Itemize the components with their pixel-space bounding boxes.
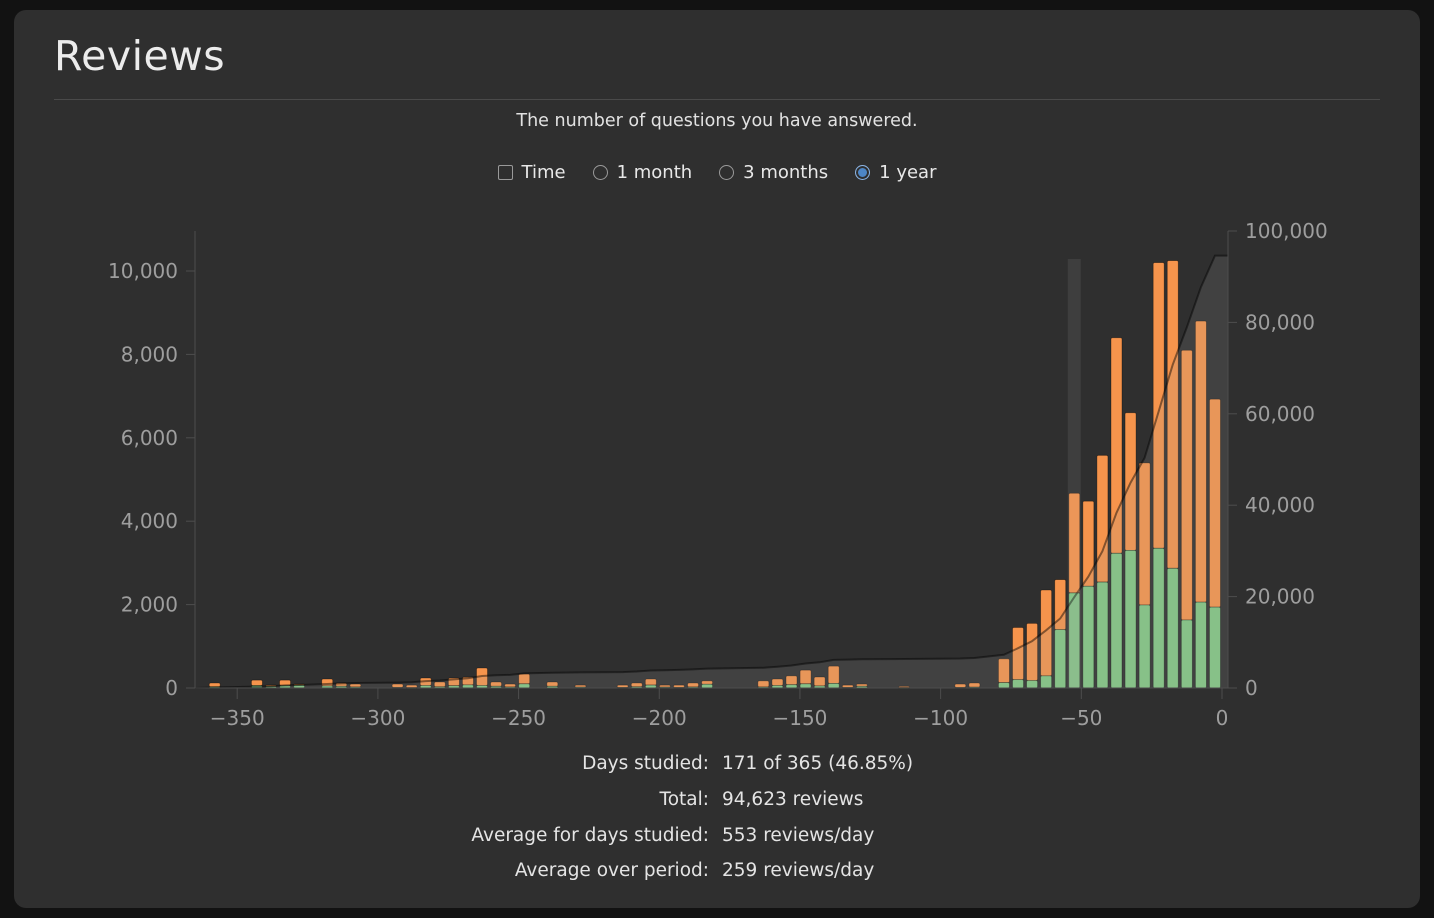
bar-young[interactable] [209,683,220,687]
y-left-tick-label: 8,000 [121,342,178,366]
y-right-tick-label: 0 [1245,676,1258,700]
reviews-chart[interactable]: 0 2,000 4,000 6,000 8,000 10,000 0 20,000 40,000… [0,0,1434,918]
x-tick-label: −350 [210,706,265,730]
y-left-tick-label: 2,000 [121,593,178,617]
hover-highlight-band [1068,259,1081,688]
y-left-tick-label: 6,000 [121,426,178,450]
x-tick-label: −200 [632,706,687,730]
y-right-tick-label: 60,000 [1245,402,1315,426]
y-left-tick-label: 10,000 [108,259,178,283]
x-tick-label: −300 [350,706,405,730]
x-tick-label: −100 [913,706,968,730]
x-tick-label: 0 [1216,706,1229,730]
bar-young[interactable] [251,680,262,685]
y-right-tick-label: 100,000 [1245,219,1328,243]
y-left-tick-label: 0 [165,676,178,700]
y-right-tick-label: 80,000 [1245,310,1315,334]
y-right-tick-label: 20,000 [1245,585,1315,609]
x-tick-label: −250 [491,706,546,730]
x-tick-label: −150 [772,706,827,730]
y-left-tick-label: 4,000 [121,509,178,533]
y-right-tick-label: 40,000 [1245,493,1315,517]
x-tick-label: −50 [1060,706,1102,730]
